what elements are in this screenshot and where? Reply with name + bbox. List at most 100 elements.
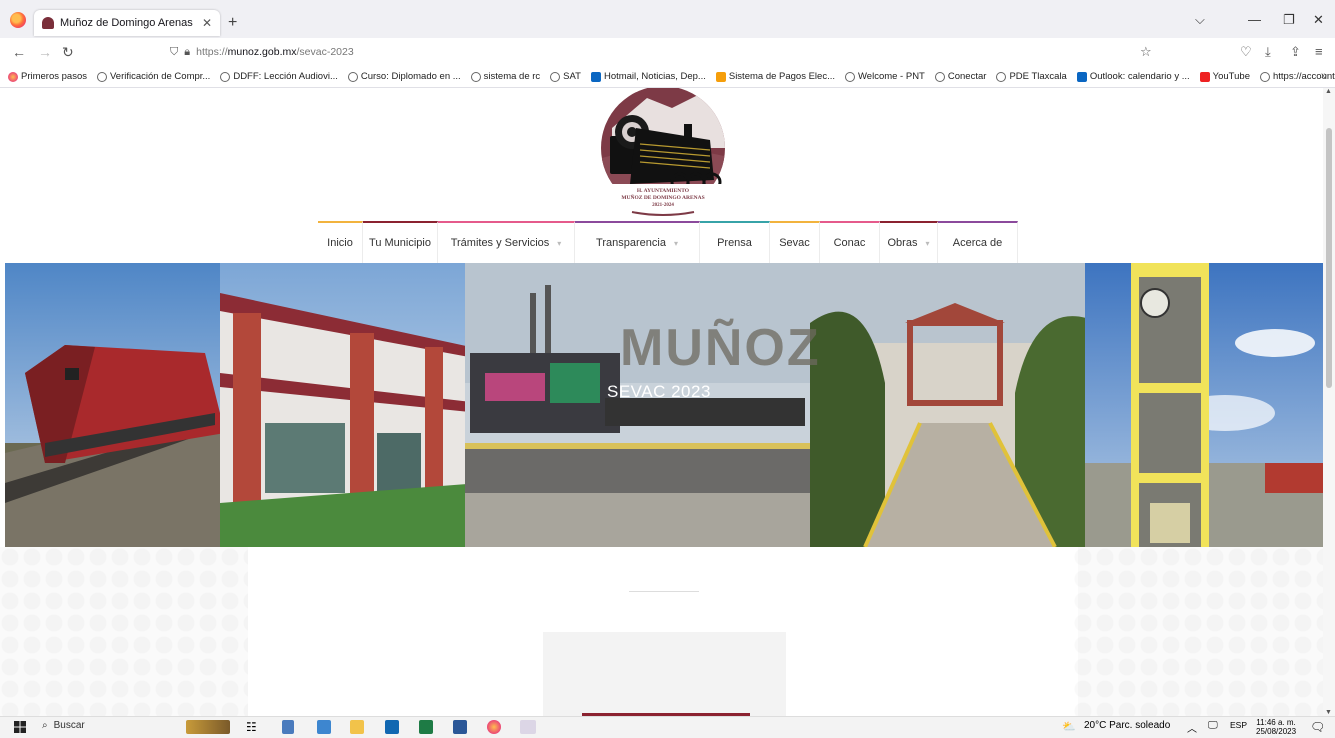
menu-item-tu-municipio[interactable]: Tu Municipio [363,221,438,263]
windows-start-icon[interactable] [14,720,26,734]
chevron-down-icon: ▾ [925,238,930,248]
bookmark-item[interactable]: SAT [550,71,581,82]
scrollbar-thumb[interactable] [1326,128,1332,388]
bookmark-item[interactable]: Outlook: calendario y ... [1076,71,1190,82]
task-view-icon[interactable]: ☷ [246,720,257,734]
forward-arrow-icon[interactable]: → [38,44,52,60]
main-menu: Inicio Tu Municipio Trámites y Servicios ▾ T… [318,221,1073,263]
bookmark-item[interactable]: Primeros pasos [8,71,87,82]
globe-icon [934,71,945,82]
more-bookmarks-icon[interactable]: » [1321,70,1327,82]
firefox-taskbar-icon[interactable] [487,720,501,734]
downloads-icon[interactable]: ⤓ [1265,44,1271,60]
weather-icon[interactable]: ⛅ [1062,720,1078,734]
url-prefix: https:// [196,46,228,58]
maximize-icon[interactable]: ❐ [1283,12,1295,28]
menu-item-label: Prensa [717,237,752,249]
bookmark-item[interactable]: Curso: Diplomado en ... [347,71,461,82]
outlook-icon [1076,71,1087,82]
menu-item-prensa[interactable]: Prensa [700,221,770,263]
share-icon[interactable]: ⇪ [1290,44,1301,60]
hidden-icons-chevron-icon[interactable]: ︿ [1187,720,1197,735]
reload-icon[interactable]: ↻ [62,44,74,61]
app-taskbar-icon[interactable] [520,720,536,734]
globe-icon [97,71,107,82]
bookmark-item[interactable]: Sistema de Pagos Elec... [715,71,835,82]
close-tab-icon[interactable]: ✕ [202,16,212,30]
left-pattern [0,547,250,716]
bookmark-item[interactable]: YouTube [1199,71,1250,82]
bookmark-label: Verificación de Compr... [110,71,211,82]
menu-item-label: Inicio [327,237,353,249]
menu-item-transparencia[interactable]: Transparencia ▾ [575,221,700,263]
bookmark-item[interactable]: Conectar [934,71,987,82]
back-arrow-icon[interactable]: ← [12,44,26,60]
taskbar-banner-image [186,720,230,734]
url-bar[interactable]: ⛉ 🔒︎ https://munoz.gob.mx/sevac-2023 [160,41,1160,63]
bookmark-item[interactable]: sistema de rc [470,71,541,82]
word-icon[interactable] [453,720,467,734]
bookmark-item[interactable]: PDE Tlaxcala [996,71,1067,82]
calculator-icon[interactable] [282,720,294,734]
logo-line3: 2021-2024 [652,203,674,208]
mail-icon[interactable] [385,720,399,734]
bookmarks-toolbar: Primeros pasos Verificación de Compr... DD… [0,66,1335,88]
bookmark-label: Conectar [947,71,987,82]
clock[interactable]: 11:46 a. m. 25/08/2023 [1256,718,1296,736]
logo-line2: MUÑOZ DE DOMINGO ARENAS [621,193,704,201]
url-host: munoz.gob.mx [227,46,297,58]
bookmark-label: sistema de rc [483,71,541,82]
bookmark-star-icon[interactable]: ☆ [1140,44,1152,60]
menu-item-trámites-y-servicios[interactable]: Trámites y Servicios ▾ [438,221,575,263]
new-tab-icon[interactable]: + [228,14,237,32]
menu-item-label: Trámites y Servicios [450,237,550,249]
close-window-icon[interactable]: ✕ [1313,12,1324,28]
municipal-logo[interactable]: H. AYUNTAMIENTO MUÑOZ DE DOMINGO ARENAS … [592,88,734,220]
file-explorer-icon[interactable] [350,720,364,734]
youtube-icon [1199,71,1210,82]
minimize-icon[interactable]: — [1248,12,1261,27]
bookmark-label: Outlook: calendario y ... [1089,71,1190,82]
firefox-icon[interactable] [10,12,26,28]
language-indicator[interactable]: ESP [1230,720,1247,734]
section-divider [629,591,699,592]
taskbar-search[interactable]: ⌕ Buscar [42,720,85,731]
hero-banner [5,263,1323,547]
tab-list-chevron-icon[interactable]: ⌵ [1195,12,1205,28]
web-page: H. AYUNTAMIENTO MUÑOZ DE DOMINGO ARENAS … [0,88,1323,716]
browser-tab-bar: Muñoz de Domingo Arenas ✕ + ⌵ — ❐ ✕ [0,0,1335,38]
menu-item-acerca-de[interactable]: Acerca de [938,221,1018,263]
chevron-down-icon: ▾ [673,238,678,248]
menu-item-obras[interactable]: Obras ▾ [880,221,938,263]
page-scrollbar[interactable]: ▲ ▼ [1323,88,1335,716]
bookmark-item[interactable]: Hotmail, Noticias, Dep... [590,71,706,82]
bookmark-item[interactable]: DDFF: Lección Audiovi... [220,71,338,82]
photos-icon[interactable] [317,720,331,734]
scroll-up-icon[interactable]: ▲ [1325,88,1332,95]
clock-date: 25/08/2023 [1256,727,1297,736]
google-icon [1259,71,1270,82]
menu-item-inicio[interactable]: Inicio [318,221,363,263]
bookmark-label: PDE Tlaxcala [1009,71,1067,82]
globe-icon [347,71,358,82]
menu-hamburger-icon[interactable]: ≡ [1315,44,1323,59]
bookmark-label: YouTube [1212,71,1250,82]
notifications-icon[interactable]: 🗨︎ [1310,720,1325,734]
bookmark-label: Primeros pasos [21,71,87,82]
network-icon[interactable]: 🖵︎ [1208,720,1218,734]
scroll-down-icon[interactable]: ▼ [1325,709,1332,716]
chevron-down-icon: ▾ [557,238,562,248]
bank-icon [715,71,726,82]
pnt-icon [845,71,855,82]
content-card [543,632,786,716]
bookmark-item[interactable]: Welcome - PNT [845,71,925,82]
excel-icon[interactable] [419,720,433,734]
site-favicon-icon [42,17,54,29]
bookmark-item[interactable]: Verificación de Compr... [97,71,210,82]
globe-icon [996,71,1007,82]
browser-tab[interactable]: Muñoz de Domingo Arenas ✕ [34,10,220,36]
menu-item-conac[interactable]: Conac [820,221,880,263]
weather-text[interactable]: 20°C Parc. soleado [1084,720,1170,734]
pocket-icon[interactable]: ♡ [1240,44,1252,60]
menu-item-sevac[interactable]: Sevac [770,221,820,263]
